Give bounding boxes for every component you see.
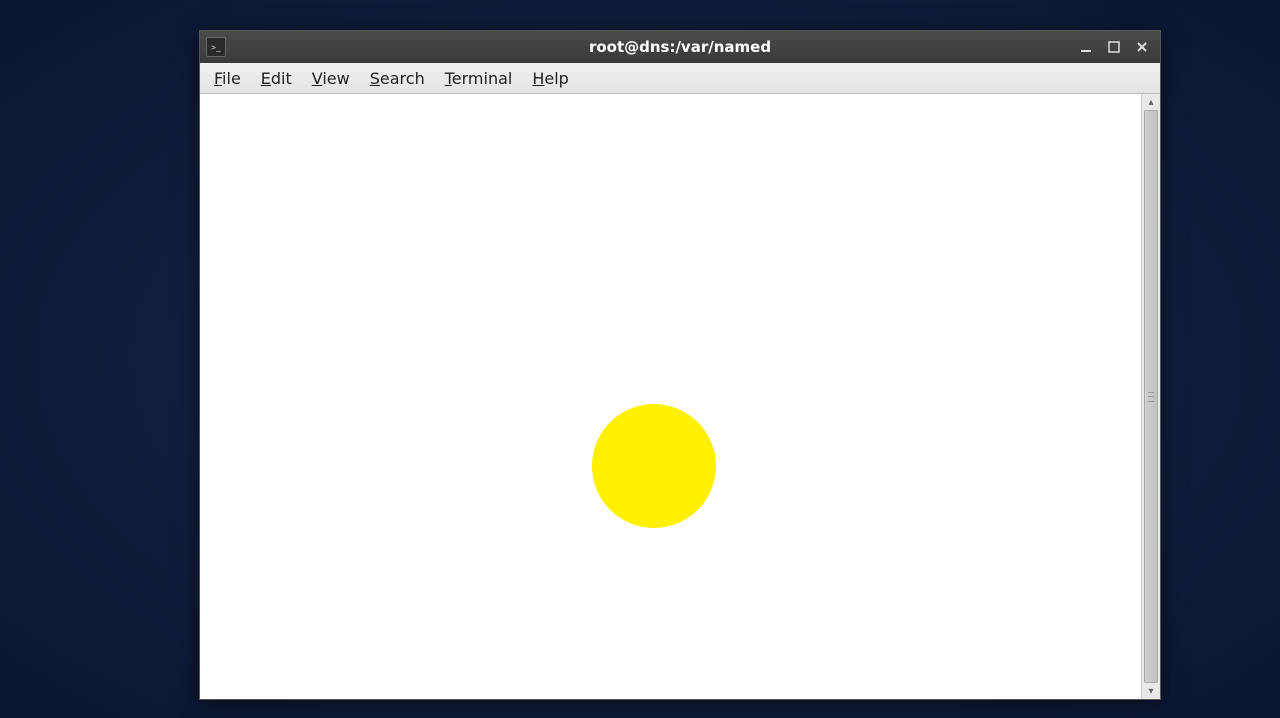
window-controls <box>1076 37 1160 57</box>
window-title: root@dns:/var/named <box>589 38 771 56</box>
close-button[interactable] <box>1132 37 1152 57</box>
maximize-button[interactable] <box>1104 37 1124 57</box>
titlebar[interactable]: root@dns:/var/named <box>200 31 1160 63</box>
menubar: File Edit View Search Terminal Help <box>200 63 1160 94</box>
scrollbar[interactable]: ▴ ▾ <box>1141 94 1160 699</box>
menu-file[interactable]: File <box>206 67 249 90</box>
scroll-thumb[interactable] <box>1144 110 1158 683</box>
menu-terminal[interactable]: Terminal <box>437 67 521 90</box>
terminal-area: ▴ ▾ <box>200 94 1160 699</box>
menu-search[interactable]: Search <box>362 67 433 90</box>
terminal-window: root@dns:/var/named File Edit View Searc… <box>199 30 1161 700</box>
minimize-button[interactable] <box>1076 37 1096 57</box>
scroll-up-icon[interactable]: ▴ <box>1142 94 1160 110</box>
scroll-down-icon[interactable]: ▾ <box>1142 683 1160 699</box>
terminal-app-icon <box>206 37 226 57</box>
menu-view[interactable]: View <box>304 67 358 90</box>
menu-edit[interactable]: Edit <box>253 67 300 90</box>
menu-help[interactable]: Help <box>524 67 576 90</box>
terminal-content[interactable] <box>200 94 1141 699</box>
